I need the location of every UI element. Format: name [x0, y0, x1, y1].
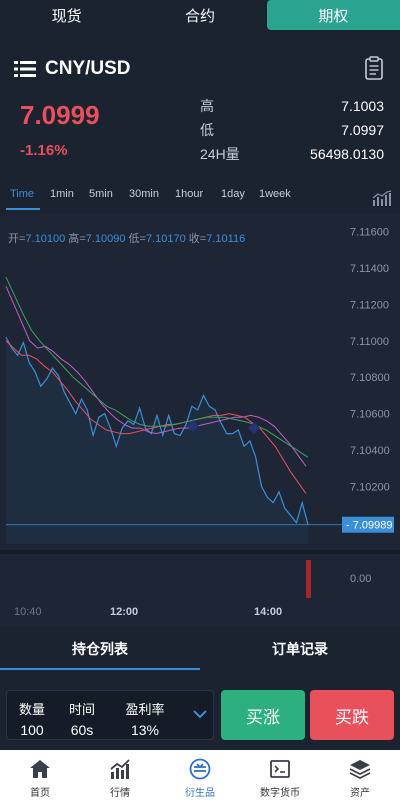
close-value: 7.10116	[206, 233, 246, 245]
stat-value: 7.0997	[341, 122, 384, 138]
buy-down-button[interactable]: 买跌	[310, 690, 394, 740]
timeframe-1hour[interactable]: 1hour	[175, 188, 203, 200]
active-timeframe-underline	[6, 208, 40, 210]
crypto-screen-icon	[270, 760, 290, 778]
bottom-nav: 首页 行情 衍生品 数字货币 资产	[0, 750, 400, 800]
order-label: 时间	[68, 702, 95, 717]
price-chart[interactable]: 7.11600 7.11400 7.11200 7.11000 7.10800 7.106…	[0, 214, 400, 626]
stat-value: 56498.0130	[310, 146, 384, 162]
stat-value: 7.1003	[341, 98, 384, 114]
low-value: 7.10170	[145, 233, 186, 245]
tab-contract[interactable]: 合约	[133, 0, 266, 30]
y-tick-label: 7.10800	[350, 372, 390, 384]
order-settings[interactable]: 数量 100 时间 60s 盈利率 13%	[6, 690, 214, 740]
indicator-chart-icon[interactable]	[372, 190, 392, 206]
timeframe-selector: Time 1min 5min 30min 1hour 1day 1week	[0, 182, 400, 210]
order-value: 100	[20, 722, 44, 738]
nav-market[interactable]: 行情	[80, 750, 160, 800]
nav-derivatives[interactable]: 衍生品	[160, 750, 240, 800]
chevron-down-icon[interactable]	[193, 709, 207, 719]
x-tick-label: 12:00	[110, 606, 138, 618]
nav-label: 衍生品	[185, 788, 215, 799]
tab-positions[interactable]: 持仓列表	[0, 628, 200, 670]
price-change: -1.16%	[20, 142, 68, 159]
volume-tick-label: 0.00	[350, 573, 371, 585]
order-quantity: 数量 100	[13, 699, 51, 738]
nav-crypto[interactable]: 数字货币	[240, 750, 320, 800]
timeframe-time[interactable]: Time	[10, 188, 34, 200]
tab-spot[interactable]: 现货	[0, 0, 133, 30]
current-price: 7.0999	[20, 100, 100, 130]
y-tick-label: 7.10400	[350, 445, 390, 457]
y-tick-label: 7.11000	[350, 336, 389, 348]
high-value: 7.10090	[85, 233, 126, 245]
y-tick-label: 7.11400	[350, 263, 389, 275]
timeframe-5min[interactable]: 5min	[89, 188, 113, 200]
y-tick-label: 7.10200	[350, 481, 390, 493]
layers-icon	[349, 760, 371, 780]
timeframe-1week[interactable]: 1week	[259, 188, 291, 200]
y-tick-label: 7.11600	[350, 227, 389, 239]
tab-order-history[interactable]: 订单记录	[200, 628, 400, 670]
current-price-label: - 7.09989	[346, 520, 392, 532]
x-tick-label: 14:00	[254, 606, 282, 618]
price-stats: 高 7.1003 低 7.0997 24H量 56498.0130	[200, 94, 384, 166]
nav-home[interactable]: 首页	[0, 750, 80, 800]
y-tick-label: 7.11200	[350, 299, 389, 311]
nav-label: 行情	[110, 788, 130, 799]
nav-label: 资产	[350, 788, 370, 799]
order-value: 60s	[70, 722, 94, 738]
close-label: 收=	[188, 233, 207, 245]
clipboard-icon[interactable]	[364, 56, 384, 80]
order-value: 13%	[130, 722, 160, 738]
open-value: 7.10100	[25, 233, 66, 245]
market-type-tabs: 现货 合约 期权	[0, 0, 400, 30]
order-label: 数量	[18, 702, 45, 717]
price-chart-svg: 7.11600 7.11400 7.11200 7.11000 7.10800 7.106…	[0, 214, 400, 618]
x-tick-label: 10:40	[14, 606, 42, 618]
buy-up-button[interactable]: 买涨	[221, 690, 305, 740]
stat-label: 低	[200, 122, 214, 138]
nav-label: 数字货币	[260, 788, 300, 799]
nav-label: 首页	[30, 788, 50, 799]
order-label: 盈利率	[125, 702, 165, 717]
timeframe-1min[interactable]: 1min	[50, 188, 74, 200]
timeframe-30min[interactable]: 30min	[129, 188, 159, 200]
tab-options[interactable]: 期权	[266, 0, 400, 30]
order-time: 时间 60s	[63, 699, 101, 738]
low-label: 低=	[128, 233, 146, 245]
timeframe-1day[interactable]: 1day	[221, 188, 245, 200]
volume-bar	[306, 560, 311, 598]
volume-separator	[0, 550, 400, 554]
order-profit-rate: 盈利率 13%	[119, 699, 171, 738]
position-tabs: 持仓列表 订单记录	[0, 628, 400, 670]
stat-low: 低 7.0997	[200, 118, 384, 142]
home-icon	[30, 760, 50, 778]
ohlc-readout: 开=7.10100 高=7.10090 低=7.10170 收=7.10116	[8, 230, 245, 246]
derivatives-icon	[189, 758, 211, 780]
pair-header: CNY/USD	[0, 52, 400, 88]
stat-high: 高 7.1003	[200, 94, 384, 118]
stat-label: 高	[200, 98, 214, 114]
high-label: 高=	[68, 233, 86, 245]
market-chart-icon	[110, 759, 130, 779]
y-tick-label: 7.10600	[350, 409, 390, 421]
pair-title: CNY/USD	[45, 58, 131, 79]
open-label: 开=	[8, 233, 26, 245]
stat-label: 24H量	[200, 146, 240, 162]
stat-volume: 24H量 56498.0130	[200, 142, 384, 166]
nav-assets[interactable]: 资产	[320, 750, 400, 800]
list-menu-icon[interactable]	[14, 60, 36, 78]
